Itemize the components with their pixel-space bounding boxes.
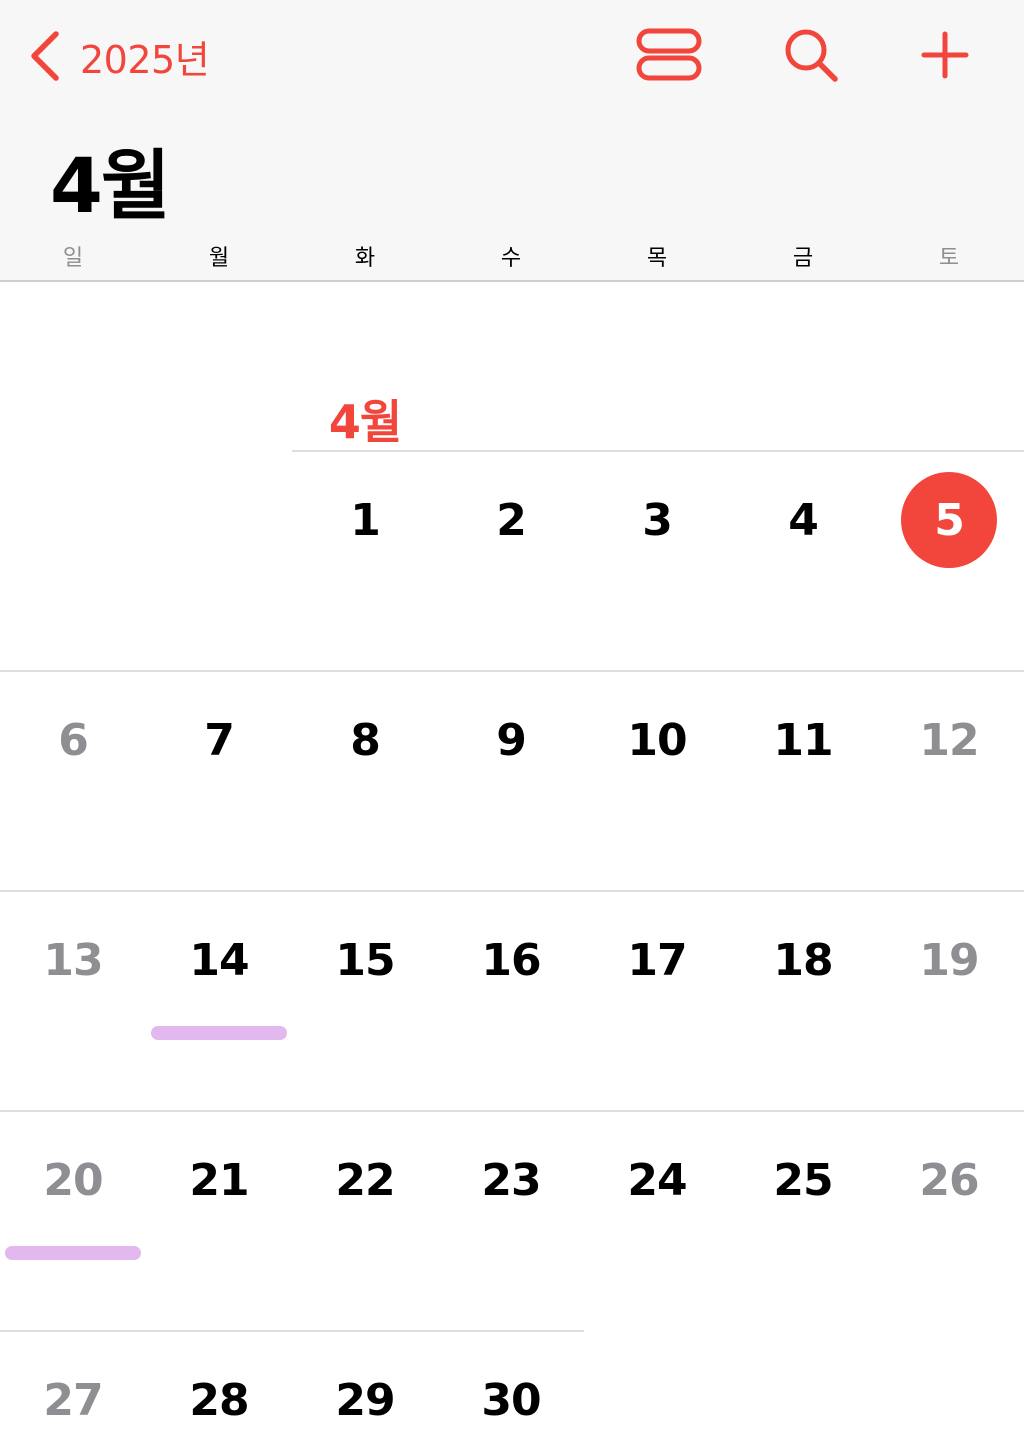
day-cell[interactable]: 16 xyxy=(438,910,584,1010)
day-cell-today[interactable]: 5 xyxy=(876,470,1022,570)
weekday-thu: 목 xyxy=(646,246,668,271)
day-number: 9 xyxy=(496,714,527,766)
day-number: 16 xyxy=(481,934,541,986)
day-cell[interactable]: 20 xyxy=(0,1130,146,1230)
day-number: 15 xyxy=(335,934,395,986)
day-number: 1 xyxy=(350,494,381,546)
day-number: 24 xyxy=(627,1154,687,1206)
day-cell[interactable]: 28 xyxy=(146,1350,292,1450)
add-event-button[interactable] xyxy=(910,24,980,86)
day-number: 29 xyxy=(335,1374,395,1426)
day-cell[interactable]: 14 xyxy=(146,910,292,1010)
day-cell[interactable]: 17 xyxy=(584,910,730,1010)
search-icon xyxy=(785,29,838,82)
month-title: 4월 xyxy=(50,141,171,230)
day-cell[interactable]: 22 xyxy=(292,1130,438,1230)
navigation-header: 2025년 4월 일 월 화 수 목 금 토 xyxy=(0,0,1024,282)
day-number: 20 xyxy=(43,1154,103,1206)
day-cell[interactable]: 29 xyxy=(292,1350,438,1450)
back-label: 2025년 xyxy=(80,37,210,82)
day-number: 28 xyxy=(189,1374,249,1426)
day-cell[interactable]: 13 xyxy=(0,910,146,1010)
day-cell[interactable]: 21 xyxy=(146,1130,292,1230)
day-cell[interactable]: 7 xyxy=(146,690,292,790)
day-number: 6 xyxy=(58,714,89,766)
day-number: 19 xyxy=(919,934,979,986)
day-number: 8 xyxy=(350,714,381,766)
day-cell[interactable]: 19 xyxy=(876,910,1022,1010)
day-cell[interactable]: 3 xyxy=(584,470,730,570)
day-cell[interactable]: 10 xyxy=(584,690,730,790)
month-section-label: 4월 xyxy=(328,395,402,449)
weekday-sat: 토 xyxy=(938,246,960,271)
day-number: 7 xyxy=(204,714,235,766)
day-number: 23 xyxy=(481,1154,541,1206)
row-divider xyxy=(0,1330,584,1332)
weekday-wed: 수 xyxy=(500,246,522,271)
day-cell[interactable]: 1 xyxy=(292,470,438,570)
day-cell[interactable]: 30 xyxy=(438,1350,584,1450)
day-number: 14 xyxy=(189,934,249,986)
month-grid: 4월 1 2 3 4 5 6 7 8 9 10 11 12 13 14 15 16 17 18 19 20 21 22 23… xyxy=(0,282,1024,1446)
day-cell[interactable]: 24 xyxy=(584,1130,730,1230)
day-cell[interactable]: 2 xyxy=(438,470,584,570)
day-number: 4 xyxy=(788,494,819,546)
weekday-sun: 일 xyxy=(62,246,84,271)
day-number: 12 xyxy=(919,714,979,766)
search-button[interactable] xyxy=(776,24,846,86)
stacked-view-icon xyxy=(636,28,702,81)
day-number: 3 xyxy=(642,494,673,546)
day-cell[interactable]: 9 xyxy=(438,690,584,790)
day-number: 10 xyxy=(627,714,687,766)
chevron-left-icon xyxy=(31,31,59,81)
day-number: 27 xyxy=(43,1374,103,1426)
day-cell[interactable]: 8 xyxy=(292,690,438,790)
event-bar[interactable] xyxy=(151,1026,287,1040)
day-number: 21 xyxy=(189,1154,249,1206)
day-cell[interactable]: 26 xyxy=(876,1130,1022,1230)
day-number: 2 xyxy=(496,494,527,546)
weekday-header-row: 일 월 화 수 목 금 토 xyxy=(0,240,1024,278)
row-divider xyxy=(292,450,1024,452)
day-number: 22 xyxy=(335,1154,395,1206)
day-cell[interactable]: 11 xyxy=(730,690,876,790)
plus-icon xyxy=(921,31,969,79)
day-cell[interactable]: 27 xyxy=(0,1350,146,1450)
row-divider xyxy=(0,890,1024,892)
weekday-tue: 화 xyxy=(354,246,376,271)
weekday-mon: 월 xyxy=(208,246,230,271)
day-cell[interactable]: 6 xyxy=(0,690,146,790)
day-cell[interactable]: 15 xyxy=(292,910,438,1010)
day-number: 18 xyxy=(773,934,833,986)
day-number: 25 xyxy=(773,1154,833,1206)
day-number: 26 xyxy=(919,1154,979,1206)
day-cell[interactable]: 4 xyxy=(730,470,876,570)
event-bar[interactable] xyxy=(5,1246,141,1260)
day-number: 13 xyxy=(43,934,103,986)
row-divider xyxy=(0,1110,1024,1112)
view-toggle-button[interactable] xyxy=(634,24,704,86)
row-divider xyxy=(0,670,1024,672)
day-number: 17 xyxy=(627,934,687,986)
day-cell[interactable]: 23 xyxy=(438,1130,584,1230)
day-cell[interactable]: 12 xyxy=(876,690,1022,790)
day-cell[interactable]: 25 xyxy=(730,1130,876,1230)
day-cell[interactable]: 18 xyxy=(730,910,876,1010)
back-to-year-button[interactable]: 2025년 xyxy=(28,28,210,84)
day-number: 11 xyxy=(773,714,833,766)
day-number: 30 xyxy=(481,1374,541,1426)
weekday-fri: 금 xyxy=(792,246,814,271)
day-number: 5 xyxy=(901,472,997,568)
